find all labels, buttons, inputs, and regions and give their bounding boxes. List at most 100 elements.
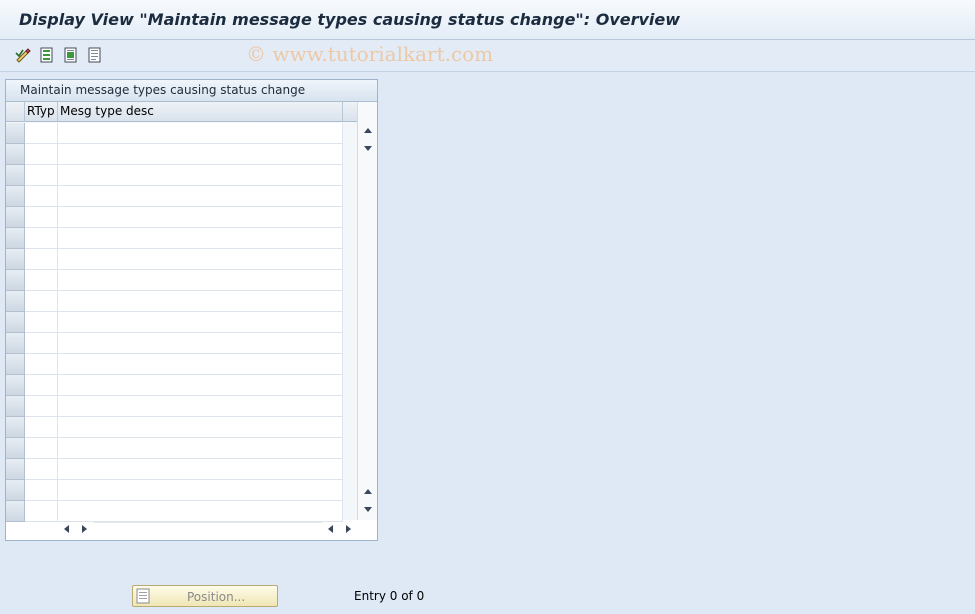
row-selector[interactable] [6,501,25,522]
table-row [6,291,343,312]
row-selector[interactable] [6,459,25,480]
cell-mesg-type-desc[interactable] [58,501,343,522]
table-row [6,459,343,480]
select-all-icon[interactable] [38,46,56,64]
row-selector[interactable] [6,249,25,270]
cell-mesg-type-desc[interactable] [58,375,343,396]
horizontal-scrollbar[interactable] [58,521,358,538]
table-row [6,438,343,459]
cell-mesg-type-desc[interactable] [58,123,343,144]
cell-mesg-type-desc[interactable] [58,291,343,312]
cell-rtyp[interactable] [25,375,58,396]
cell-rtyp[interactable] [25,270,58,291]
scroll-page-right-icon[interactable] [346,525,351,533]
cell-mesg-type-desc[interactable] [58,144,343,165]
cell-rtyp[interactable] [25,186,58,207]
cell-rtyp[interactable] [25,501,58,522]
cell-mesg-type-desc[interactable] [58,354,343,375]
horizontal-scroll-track[interactable] [94,522,322,537]
cell-rtyp[interactable] [25,207,58,228]
scroll-up-icon[interactable] [364,128,372,133]
application-toolbar: © www.tutorialkart.com [0,40,975,72]
table-row [6,480,343,501]
table-row [6,249,343,270]
page-title: Display View "Maintain message types cau… [19,10,681,29]
table-row [6,501,343,522]
scroll-page-up-icon[interactable] [364,489,372,494]
cell-rtyp[interactable] [25,123,58,144]
cell-rtyp[interactable] [25,165,58,186]
select-all-rows-button[interactable] [6,102,25,122]
scroll-page-down-icon[interactable] [364,507,372,512]
table-row [6,228,343,249]
cell-rtyp[interactable] [25,333,58,354]
scroll-left-icon[interactable] [64,525,69,533]
row-selector[interactable] [6,396,25,417]
header-spacer [343,102,357,122]
display-change-icon[interactable] [14,46,32,64]
cell-rtyp[interactable] [25,144,58,165]
column-header-rtyp[interactable]: RTyp [25,102,58,122]
table-row [6,417,343,438]
cell-mesg-type-desc[interactable] [58,207,343,228]
table-title: Maintain message types causing status ch… [20,83,306,97]
scroll-page-left-icon[interactable] [328,525,333,533]
cell-mesg-type-desc[interactable] [58,396,343,417]
position-button[interactable]: Position... [132,585,278,607]
cell-mesg-type-desc[interactable] [58,333,343,354]
table-row [6,123,343,144]
cell-mesg-type-desc[interactable] [58,480,343,501]
row-selector[interactable] [6,438,25,459]
deselect-all-icon[interactable] [86,46,104,64]
cell-rtyp[interactable] [25,354,58,375]
row-selector[interactable] [6,354,25,375]
cell-rtyp[interactable] [25,459,58,480]
cell-mesg-type-desc[interactable] [58,417,343,438]
row-selector[interactable] [6,207,25,228]
table-row [6,270,343,291]
table-row [6,165,343,186]
row-selector[interactable] [6,375,25,396]
select-block-icon[interactable] [62,46,80,64]
cell-mesg-type-desc[interactable] [58,165,343,186]
row-selector[interactable] [6,480,25,501]
title-bar: Display View "Maintain message types cau… [0,0,975,40]
cell-mesg-type-desc[interactable] [58,438,343,459]
cell-mesg-type-desc[interactable] [58,270,343,291]
row-selector[interactable] [6,144,25,165]
table-row [6,207,343,228]
cell-mesg-type-desc[interactable] [58,249,343,270]
cell-mesg-type-desc[interactable] [58,459,343,480]
cell-rtyp[interactable] [25,438,58,459]
cell-mesg-type-desc[interactable] [58,228,343,249]
cell-rtyp[interactable] [25,291,58,312]
row-selector[interactable] [6,228,25,249]
table-title-bar: Maintain message types causing status ch… [6,80,377,102]
cell-mesg-type-desc[interactable] [58,312,343,333]
cell-rtyp[interactable] [25,312,58,333]
cell-rtyp[interactable] [25,228,58,249]
cell-mesg-type-desc[interactable] [58,186,343,207]
row-selector[interactable] [6,312,25,333]
column-header-mesg-type-desc[interactable]: Mesg type desc [58,102,343,122]
cell-rtyp[interactable] [25,396,58,417]
scroll-down-icon[interactable] [364,146,372,151]
scroll-right-icon[interactable] [82,525,87,533]
cell-rtyp[interactable] [25,417,58,438]
row-selector[interactable] [6,186,25,207]
table-row [6,312,343,333]
vertical-scrollbar[interactable] [357,102,377,520]
row-selector[interactable] [6,417,25,438]
position-icon [136,588,150,604]
row-selector[interactable] [6,333,25,354]
cell-rtyp[interactable] [25,480,58,501]
row-selector[interactable] [6,165,25,186]
table-row [6,396,343,417]
row-selector[interactable] [6,291,25,312]
cell-rtyp[interactable] [25,249,58,270]
row-selector[interactable] [6,123,25,144]
table-row [6,333,343,354]
table-row [6,144,343,165]
table-panel: Maintain message types causing status ch… [5,79,378,541]
row-selector[interactable] [6,270,25,291]
